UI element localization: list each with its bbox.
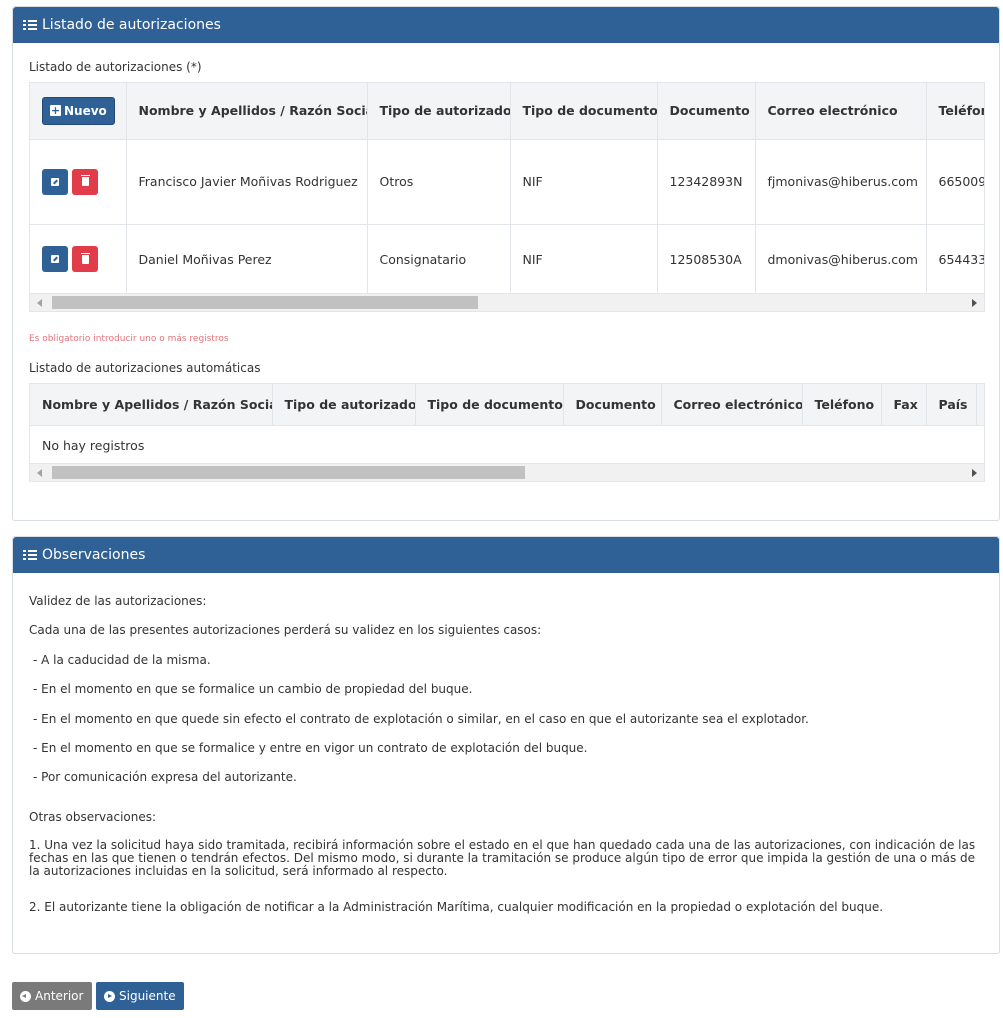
auto-table-label: Listado de autorizaciones automáticas bbox=[29, 361, 261, 375]
autorizaciones-table-container: + Nuevo Nombre y Apellidos / Razón Socia… bbox=[29, 82, 985, 294]
siguiente-button[interactable]: Siguiente bbox=[96, 982, 184, 1010]
column-header-correo[interactable]: Correo electrónico bbox=[755, 83, 927, 140]
column-header-documento[interactable]: Documento bbox=[657, 83, 756, 140]
column-header-telefono[interactable]: Teléfono bbox=[926, 83, 984, 140]
trash-icon bbox=[80, 252, 90, 264]
autorizaciones-table: + Nuevo Nombre y Apellidos / Razón Socia… bbox=[30, 83, 984, 293]
auto-column-header-fax[interactable]: Fax bbox=[881, 384, 927, 426]
cell-tipo-autorizado: Consignatario bbox=[367, 224, 511, 293]
other-observation-2: 2. El autorizante tiene la obligación de… bbox=[29, 900, 884, 914]
scrollbar-thumb[interactable] bbox=[52, 296, 478, 309]
autorizaciones-panel: Listado de autorizaciones Listado de aut… bbox=[12, 6, 1000, 521]
observaciones-panel-header: Observaciones bbox=[13, 537, 999, 573]
cell-tipo-autorizado: Otros bbox=[367, 139, 511, 225]
anterior-button-label: Anterior bbox=[35, 989, 84, 1003]
cell-tipo-documento: NIF bbox=[510, 139, 658, 225]
auto-column-header-pais[interactable]: País bbox=[926, 384, 977, 426]
validity-case: - Por comunicación expresa del autorizan… bbox=[33, 770, 297, 784]
autorizaciones-table-label: Listado de autorizaciones (*) bbox=[29, 60, 202, 74]
auto-column-header-empty bbox=[976, 384, 984, 426]
delete-button[interactable] bbox=[72, 246, 98, 272]
auto-column-header-nombre[interactable]: Nombre y Apellidos / Razón Social bbox=[30, 384, 273, 426]
validity-case: - A la caducidad de la misma. bbox=[33, 653, 211, 667]
other-observations-heading: Otras observaciones: bbox=[29, 810, 157, 824]
table-row: Francisco Javier Moñivas Rodriguez Otros… bbox=[30, 139, 984, 225]
auto-header-row: Nombre y Apellidos / Razón Social Tipo d… bbox=[30, 384, 984, 426]
validity-case: - En el momento en que quede sin efecto … bbox=[33, 712, 809, 726]
siguiente-button-label: Siguiente bbox=[119, 989, 176, 1003]
required-error-message: Es obligatorio introducir uno o más regi… bbox=[29, 334, 229, 344]
arrow-right-circle-icon bbox=[104, 990, 115, 1002]
observaciones-panel: Observaciones Validez de las autorizacio… bbox=[12, 536, 1000, 954]
cell-telefono: 665009 bbox=[926, 139, 984, 225]
cell-nombre: Daniel Moñivas Perez bbox=[126, 224, 368, 293]
row-actions bbox=[30, 224, 127, 293]
list-icon bbox=[23, 19, 37, 31]
edit-button[interactable] bbox=[42, 168, 68, 195]
autorizaciones-panel-header: Listado de autorizaciones bbox=[13, 7, 999, 43]
column-header-tipo-autorizado[interactable]: Tipo de autorizado bbox=[367, 83, 511, 140]
auto-autorizaciones-table: Nombre y Apellidos / Razón Social Tipo d… bbox=[30, 384, 984, 463]
observaciones-panel-title: Observaciones bbox=[42, 547, 146, 563]
column-header-tipo-documento[interactable]: Tipo de documento bbox=[510, 83, 658, 140]
cell-correo: fjmonivas@hiberus.com bbox=[755, 139, 927, 225]
delete-button[interactable] bbox=[72, 168, 98, 195]
validity-intro: Cada una de las presentes autorizaciones… bbox=[29, 623, 542, 637]
table-row: Daniel Moñivas Perez Consignatario NIF 1… bbox=[30, 224, 984, 293]
scroll-left-icon[interactable] bbox=[37, 469, 42, 477]
validity-case: - En el momento en que se formalice y en… bbox=[33, 741, 588, 755]
validity-heading: Validez de las autorizaciones: bbox=[29, 594, 207, 608]
nuevo-button[interactable]: + Nuevo bbox=[42, 96, 115, 125]
auto-column-header-tipo-documento[interactable]: Tipo de documento bbox=[415, 384, 564, 426]
autorizaciones-horizontal-scrollbar[interactable] bbox=[29, 294, 985, 312]
cell-documento: 12508530A bbox=[657, 224, 756, 293]
new-button-cell: + Nuevo bbox=[30, 83, 127, 140]
auto-table-container: Nombre y Apellidos / Razón Social Tipo d… bbox=[29, 383, 985, 464]
arrow-left-circle-icon bbox=[20, 990, 31, 1002]
cell-telefono: 654433 bbox=[926, 224, 984, 293]
list-icon bbox=[23, 549, 37, 561]
auto-column-header-telefono[interactable]: Teléfono bbox=[802, 384, 882, 426]
column-header-nombre[interactable]: Nombre y Apellidos / Razón Social bbox=[126, 83, 368, 140]
scroll-right-icon[interactable] bbox=[972, 469, 977, 477]
plus-icon: + bbox=[50, 104, 61, 118]
anterior-button[interactable]: Anterior bbox=[12, 982, 92, 1010]
cell-documento: 12342893N bbox=[657, 139, 756, 225]
scroll-right-icon[interactable] bbox=[972, 299, 977, 307]
scrollbar-thumb[interactable] bbox=[52, 466, 525, 479]
cell-tipo-documento: NIF bbox=[510, 224, 658, 293]
cell-nombre: Francisco Javier Moñivas Rodriguez bbox=[126, 139, 368, 225]
pencil-icon bbox=[51, 255, 59, 263]
trash-icon bbox=[80, 175, 90, 186]
nuevo-button-label: Nuevo bbox=[64, 103, 107, 118]
auto-column-header-correo[interactable]: Correo electrónico bbox=[661, 384, 803, 426]
table-row: No hay registros bbox=[30, 425, 984, 463]
pencil-icon bbox=[51, 177, 59, 186]
edit-button[interactable] bbox=[42, 246, 68, 272]
auto-horizontal-scrollbar[interactable] bbox=[29, 464, 985, 482]
cell-correo: dmonivas@hiberus.com bbox=[755, 224, 927, 293]
other-observation-1: 1. Una vez la solicitud haya sido tramit… bbox=[29, 838, 976, 878]
autorizaciones-header-row: + Nuevo Nombre y Apellidos / Razón Socia… bbox=[30, 83, 984, 140]
row-actions bbox=[30, 139, 127, 225]
auto-column-header-documento[interactable]: Documento bbox=[563, 384, 662, 426]
auto-column-header-tipo-autorizado[interactable]: Tipo de autorizado bbox=[272, 384, 416, 426]
autorizaciones-panel-title: Listado de autorizaciones bbox=[42, 17, 221, 33]
scroll-left-icon[interactable] bbox=[37, 299, 42, 307]
validity-case: - En el momento en que se formalice un c… bbox=[33, 682, 473, 696]
empty-message: No hay registros bbox=[30, 425, 984, 463]
